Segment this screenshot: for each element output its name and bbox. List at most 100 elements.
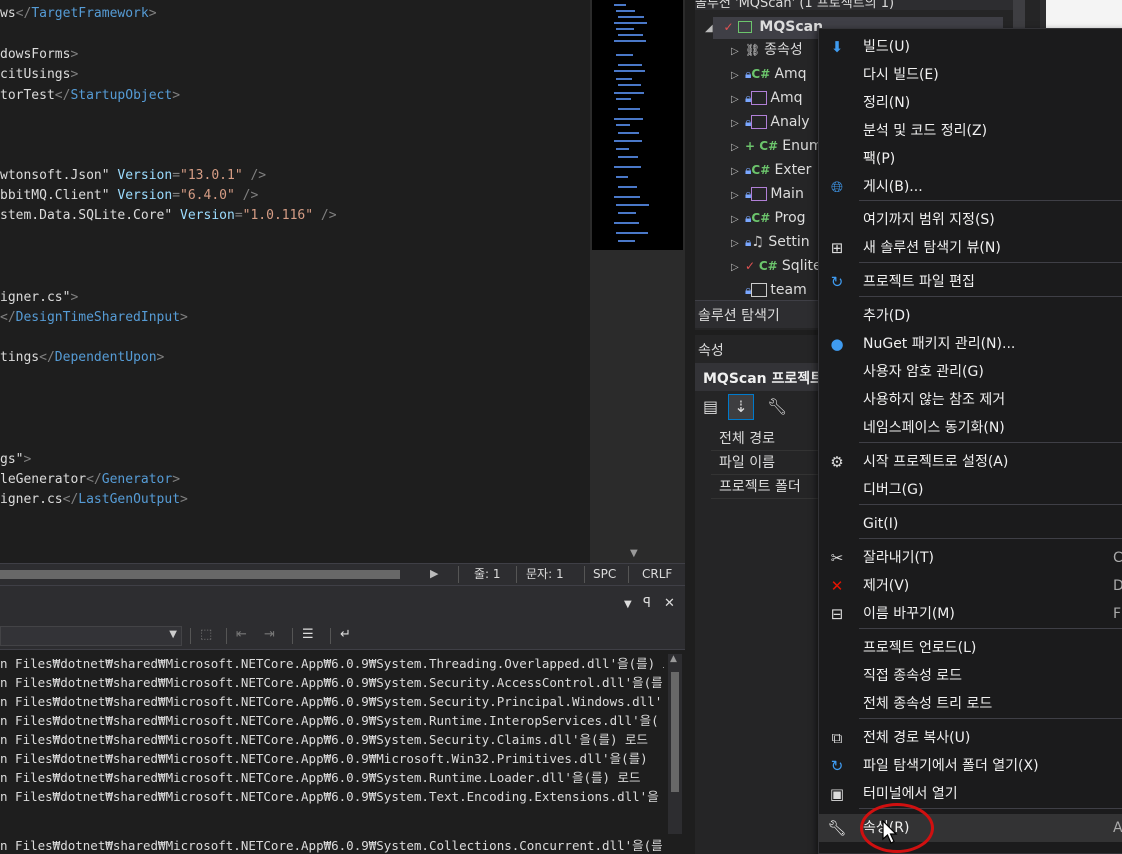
menu-item[interactable]: Git(I)	[819, 510, 1122, 538]
menu-item[interactable]: 🌐︎ 게시(B)...	[819, 173, 1122, 201]
char-indicator[interactable]: 문자: 1	[526, 564, 564, 585]
code-line[interactable]: ws</TargetFramework>	[0, 4, 157, 24]
categorized-icon[interactable]: ▤	[703, 397, 718, 416]
menu-item[interactable]: ● NuGet 패키지 관리(N)...	[819, 330, 1122, 358]
tree-item[interactable]: ▷ 🔒︎C# Prog	[731, 206, 806, 230]
clear-all-icon[interactable]: ☰	[302, 627, 314, 642]
scroll-up-arrow-icon[interactable]: ▲	[670, 654, 677, 664]
menu-item[interactable]: ✂ 잘라내기(T) C	[819, 544, 1122, 572]
menu-item[interactable]: ⧉ 전체 경로 복사(U)	[819, 724, 1122, 752]
tree-item[interactable]: ▷ 🔒︎ Analy	[731, 110, 810, 134]
menu-item[interactable]: ⊞ 새 솔루션 탐색기 뷰(N)	[819, 234, 1122, 262]
window-position-dropdown-icon[interactable]: ▼	[624, 599, 632, 610]
menu-item[interactable]: 다시 빌드(E)	[819, 61, 1122, 89]
expand-arrow-icon[interactable]: ▷	[731, 88, 745, 112]
menu-item[interactable]: 팩(P)	[819, 145, 1122, 173]
menu-item[interactable]: ⚙ 시작 프로젝트로 설정(A)	[819, 448, 1122, 476]
menu-item[interactable]: 분석 및 코드 정리(Z)	[819, 117, 1122, 145]
menu-item[interactable]: 전체 종속성 트리 로드	[819, 690, 1122, 718]
expand-arrow-icon[interactable]: ▷	[731, 40, 745, 64]
code-line[interactable]: torTest</StartupObject>	[0, 86, 180, 106]
output-line[interactable]: n Files₩dotnet₩shared₩Microsoft.NETCore.…	[0, 836, 664, 854]
code-line[interactable]: igner.cs</LastGenOutput>	[0, 490, 188, 510]
scroll-down-arrow-icon[interactable]: ▼	[630, 548, 638, 559]
expand-arrow-icon[interactable]: ▷	[731, 256, 745, 280]
menu-item[interactable]: ↻ 프로젝트 파일 편집	[819, 268, 1122, 296]
menu-item[interactable]: ⊟ 이름 바꾸기(M) F	[819, 600, 1122, 628]
tree-item-label: Sqlite	[781, 258, 822, 274]
code-line[interactable]: igner.cs">	[0, 288, 78, 308]
code-line[interactable]: wtonsoft.Json" Version="13.0.1" />	[0, 166, 266, 186]
expand-arrow-icon[interactable]: ▷	[731, 184, 745, 208]
scrollbar-thumb[interactable]	[671, 672, 679, 792]
tree-item[interactable]: ▷ 🔒︎C# Amq	[731, 62, 807, 86]
output-source-select[interactable]: ▼	[0, 626, 182, 646]
code-line[interactable]: gs">	[0, 450, 31, 470]
code-line[interactable]: stem.Data.SQLite.Core" Version="1.0.116"…	[0, 206, 337, 226]
output-line[interactable]: n Files₩dotnet₩shared₩Microsoft.NETCore.…	[0, 787, 664, 806]
menu-item[interactable]: 사용하지 않는 참조 제거	[819, 386, 1122, 414]
menu-item[interactable]: ⬇ 빌드(U)	[819, 33, 1122, 61]
output-line[interactable]: n Files₩dotnet₩shared₩Microsoft.NETCore.…	[0, 749, 664, 768]
menu-item[interactable]: 네임스페이스 동기화(N)	[819, 414, 1122, 442]
code-editor[interactable]: ws</TargetFramework> dowsForms> citUsings>…	[0, 0, 590, 563]
code-line[interactable]: citUsings>	[0, 65, 78, 85]
menu-item[interactable]: ▣ 터미널에서 열기	[819, 780, 1122, 808]
solution-root-row[interactable]: 솔루션 'MQScan' (1 프로젝트의 1)	[695, 0, 1025, 10]
output-line[interactable]: n Files₩dotnet₩shared₩Microsoft.NETCore.…	[0, 654, 664, 673]
output-line[interactable]: n Files₩dotnet₩shared₩Microsoft.NETCore.…	[0, 711, 664, 730]
alphabetical-sort-icon[interactable]: ⇣	[728, 394, 754, 420]
collapse-arrow-icon[interactable]: ◢	[705, 17, 719, 41]
expand-arrow-icon[interactable]: ▷	[731, 112, 745, 136]
tab-solution-explorer[interactable]: 솔루션 탐색기	[698, 305, 780, 325]
next-message-icon[interactable]: ⇥	[264, 627, 275, 642]
expand-arrow-icon[interactable]: ▷	[731, 64, 745, 88]
output-line[interactable]: n Files₩dotnet₩shared₩Microsoft.NETCore.…	[0, 730, 664, 749]
close-icon[interactable]: ✕	[664, 596, 675, 611]
code-line[interactable]: leGenerator</Generator>	[0, 470, 180, 490]
expand-arrow-icon[interactable]: ▷	[731, 232, 745, 256]
menu-item[interactable]: 직접 종속성 로드	[819, 662, 1122, 690]
tree-item[interactable]: ▷ ✓ C# Sqlite	[731, 254, 822, 278]
property-pages-wrench-icon[interactable]: 🔧︎	[767, 397, 787, 416]
expand-arrow-icon[interactable]: ▷	[731, 160, 745, 184]
code-line[interactable]: dowsForms>	[0, 45, 78, 65]
output-line[interactable]: n Files₩dotnet₩shared₩Microsoft.NETCore.…	[0, 673, 664, 692]
tree-item[interactable]: ▷ 🔒︎ Main	[731, 182, 804, 206]
output-line[interactable]: n Files₩dotnet₩shared₩Microsoft.NETCore.…	[0, 692, 664, 711]
code-line[interactable]: tings</DependentUpon>	[0, 348, 164, 368]
menu-item[interactable]: 프로젝트 언로드(L)	[819, 634, 1122, 662]
tree-item[interactable]: ▷ 🔒︎ Amq	[731, 86, 803, 110]
previous-message-icon[interactable]: ⇤	[236, 627, 247, 642]
expand-arrow-icon[interactable]: ▷	[731, 208, 745, 232]
tree-item[interactable]: ▷ 🔒︎♫ Settin	[731, 230, 810, 254]
tree-item[interactable]: ▷ + C# Enum	[731, 134, 823, 158]
tree-item[interactable]: ▷ ⛓ 종속성	[731, 38, 803, 62]
tree-item[interactable]: 🔒︎ team	[731, 278, 807, 302]
menu-item[interactable]: 추가(D)	[819, 302, 1122, 330]
find-message-icon[interactable]: ⬚	[200, 627, 212, 642]
line-ending-indicator[interactable]: CRLF	[642, 564, 672, 585]
output-line[interactable]: n Files₩dotnet₩shared₩Microsoft.NETCore.…	[0, 768, 664, 787]
tree-item-project[interactable]: ◢ ✓ MQScan	[705, 15, 823, 39]
menu-item[interactable]: 디버그(G)	[819, 476, 1122, 504]
whitespace-indicator[interactable]: SPC	[593, 564, 616, 585]
minimap-viewport[interactable]	[592, 0, 683, 250]
code-line[interactable]: bbitMQ.Client" Version="6.4.0" />	[0, 186, 258, 206]
scroll-right-arrow-icon[interactable]: ▶	[430, 567, 438, 580]
code-token: </	[54, 88, 71, 103]
output-vertical-scrollbar[interactable]: ▲	[668, 654, 682, 834]
menu-item[interactable]: ↻ 파일 탐색기에서 폴더 열기(X)	[819, 752, 1122, 780]
menu-item[interactable]: 여기까지 범위 지정(S)	[819, 206, 1122, 234]
editor-minimap[interactable]: ▼	[590, 0, 685, 563]
line-indicator[interactable]: 줄: 1	[474, 564, 501, 585]
menu-item[interactable]: 사용자 암호 관리(G)	[819, 358, 1122, 386]
expand-arrow-icon[interactable]: ▷	[731, 136, 745, 160]
pin-icon[interactable]: ꟼ	[643, 596, 651, 611]
menu-item[interactable]: ✕ 제거(V) D	[819, 572, 1122, 600]
code-line[interactable]: </DesignTimeSharedInput>	[0, 308, 188, 328]
tree-item[interactable]: ▷ 🔒︎C# Exter	[731, 158, 811, 182]
horizontal-scrollbar[interactable]	[0, 570, 400, 579]
word-wrap-icon[interactable]: ↵	[340, 627, 351, 642]
menu-item[interactable]: 정리(N)	[819, 89, 1122, 117]
